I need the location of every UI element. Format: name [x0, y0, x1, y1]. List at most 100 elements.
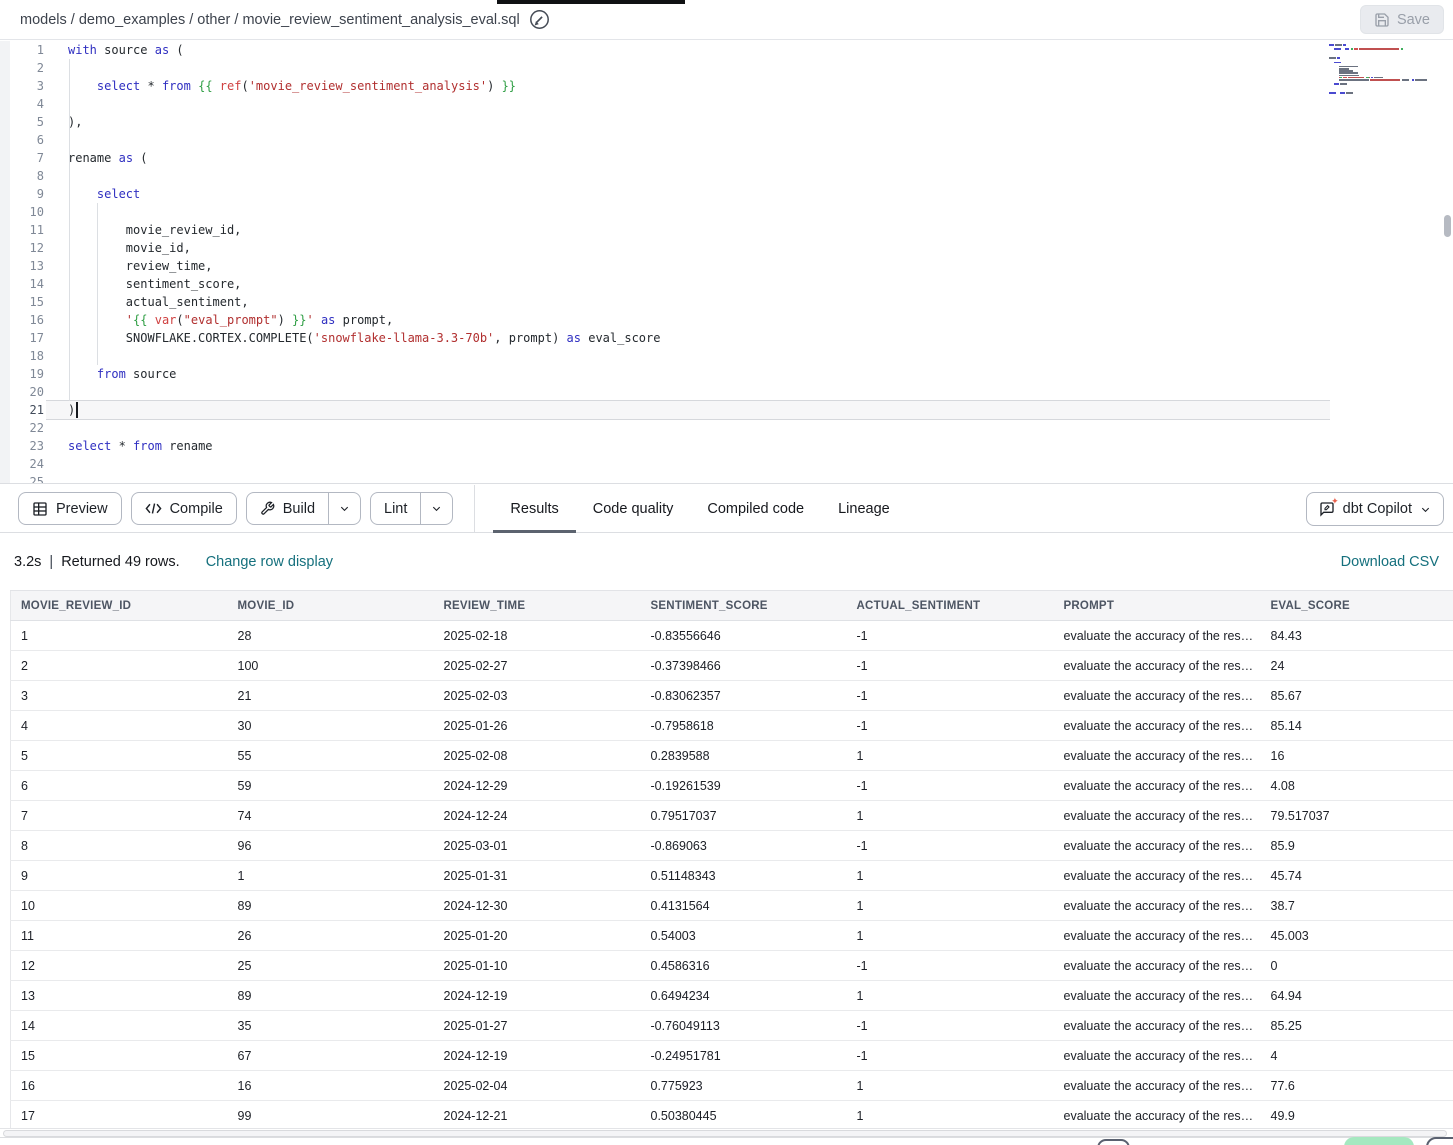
code-line[interactable]: 14 sentiment_score, [0, 275, 1330, 293]
download-csv-link[interactable]: Download CSV [1341, 554, 1439, 570]
tab-code-quality[interactable]: Code quality [576, 485, 691, 533]
cell-prompt: evaluate the accuracy of the res… [1054, 951, 1261, 981]
cell-movie_review_id: 12 [11, 951, 228, 981]
change-row-display-link[interactable]: Change row display [206, 554, 333, 570]
chevron-right-icon[interactable] [1259, 808, 1260, 819]
cell-prompt: evaluate the accuracy of the res… [1054, 1101, 1261, 1131]
table-row: 6592024-12-29-0.19261539-1evaluate the a… [11, 771, 1453, 801]
code-line[interactable]: 6 [0, 131, 1330, 149]
chevron-right-icon[interactable] [1259, 868, 1260, 879]
code-line[interactable]: 9 select [0, 185, 1330, 203]
chevron-right-icon[interactable] [1259, 1078, 1260, 1089]
col-eval_score[interactable]: EVAL_SCORE [1261, 591, 1453, 621]
col-prompt[interactable]: PROMPT [1054, 591, 1261, 621]
chevron-right-icon[interactable] [1259, 1108, 1260, 1119]
preview-button[interactable]: Preview [18, 492, 122, 525]
code-line[interactable]: 1with source as ( [0, 41, 1330, 59]
code-line[interactable]: 25 [0, 473, 1330, 484]
chevron-right-icon[interactable] [1259, 988, 1260, 999]
code-line[interactable]: 4 [0, 95, 1330, 113]
cell-movie_review_id: 8 [11, 831, 228, 861]
cell-eval_score: 84.43 [1261, 621, 1453, 651]
build-dropdown[interactable] [328, 493, 360, 524]
chevron-right-icon[interactable] [1259, 658, 1260, 669]
code-line[interactable]: 8 [0, 167, 1330, 185]
tab-lineage[interactable]: Lineage [821, 485, 907, 533]
chevron-right-icon[interactable] [1259, 718, 1260, 729]
code-line[interactable]: 2 [0, 59, 1330, 77]
code-line[interactable]: 13 review_time, [0, 257, 1330, 275]
tab-compiled-code[interactable]: Compiled code [690, 485, 821, 533]
chevron-right-icon[interactable] [1259, 748, 1260, 759]
cell-eval_score: 45.74 [1261, 861, 1453, 891]
build-label: Build [283, 501, 315, 517]
cell-movie_id: 74 [228, 801, 434, 831]
code-line[interactable]: 7rename as ( [0, 149, 1330, 167]
tab-results[interactable]: Results [493, 485, 575, 533]
cell-movie_id: 67 [228, 1041, 434, 1071]
code-line[interactable]: 22 [0, 419, 1330, 437]
chevron-right-icon[interactable] [1259, 1048, 1260, 1059]
code-line[interactable]: 12 movie_id, [0, 239, 1330, 257]
code-line[interactable]: 3 select * from {{ ref('movie_review_sen… [0, 77, 1330, 95]
edit-file-icon[interactable] [529, 9, 550, 30]
editor-vertical-scrollbar[interactable] [1444, 215, 1451, 237]
code-text: rename as ( [68, 149, 148, 167]
chevron-right-icon[interactable] [1259, 778, 1260, 789]
cell-actual_sentiment: -1 [847, 1011, 1054, 1041]
code-line[interactable]: 21) [0, 401, 1330, 419]
code-line[interactable]: 17 SNOWFLAKE.CORTEX.COMPLETE('snowflake-… [0, 329, 1330, 347]
compile-button[interactable]: Compile [131, 492, 237, 525]
code-line[interactable]: 20 [0, 383, 1330, 401]
cell-sentiment_score: 0.50380445 [641, 1101, 847, 1131]
line-number: 23 [0, 437, 44, 455]
code-line[interactable]: 24 [0, 455, 1330, 473]
line-number: 13 [0, 257, 44, 275]
line-number: 17 [0, 329, 44, 347]
build-button[interactable]: Build [247, 493, 328, 524]
chevron-right-icon[interactable] [1259, 838, 1260, 849]
code-text: sentiment_score, [68, 275, 241, 293]
lint-dropdown[interactable] [420, 493, 452, 524]
chevron-right-icon[interactable] [1259, 688, 1260, 699]
dbt-copilot-button[interactable]: ✦ dbt Copilot [1306, 492, 1444, 526]
chevron-right-icon[interactable] [1259, 958, 1260, 969]
breadcrumb[interactable]: models / demo_examples / other / movie_r… [20, 12, 520, 28]
save-button[interactable]: Save [1360, 5, 1444, 34]
status-pill-partial[interactable] [1344, 1137, 1414, 1145]
col-actual_sentiment[interactable]: ACTUAL_SENTIMENT [847, 591, 1054, 621]
col-sentiment_score[interactable]: SENTIMENT_SCORE [641, 591, 847, 621]
col-review_time[interactable]: REVIEW_TIME [434, 591, 641, 621]
cell-eval_score: 85.67 [1261, 681, 1453, 711]
col-movie_review_id[interactable]: MOVIE_REVIEW_ID [11, 591, 228, 621]
prompt-text: evaluate the accuracy of the res… [1064, 809, 1254, 823]
sql-editor[interactable]: 1with source as (23 select * from {{ ref… [0, 41, 1453, 484]
line-number: 25 [0, 473, 44, 484]
cell-movie_id: 26 [228, 921, 434, 951]
horizontal-scrollbar-thumb[interactable] [3, 1130, 1447, 1137]
lint-button[interactable]: Lint [371, 493, 420, 524]
horizontal-scrollbar[interactable] [0, 1128, 1453, 1138]
col-movie_id[interactable]: MOVIE_ID [228, 591, 434, 621]
code-line[interactable]: 18 [0, 347, 1330, 365]
minimap[interactable] [1329, 44, 1439, 99]
top-dark-strip [497, 0, 685, 4]
code-line[interactable]: 11 movie_review_id, [0, 221, 1330, 239]
code-line[interactable]: 23select * from rename [0, 437, 1330, 455]
chevron-right-icon[interactable] [1259, 898, 1260, 909]
code-line[interactable]: 5), [0, 113, 1330, 131]
chevron-right-icon[interactable] [1259, 628, 1260, 639]
code-line[interactable]: 15 actual_sentiment, [0, 293, 1330, 311]
cell-sentiment_score: -0.19261539 [641, 771, 847, 801]
help-button-partial[interactable] [1097, 1139, 1130, 1145]
cell-movie_id: 96 [228, 831, 434, 861]
cell-eval_score: 16 [1261, 741, 1453, 771]
code-line[interactable]: 19 from source [0, 365, 1330, 383]
cell-actual_sentiment: 1 [847, 1101, 1054, 1131]
code-line[interactable]: 16 '{{ var("eval_prompt") }}' as prompt, [0, 311, 1330, 329]
code-line[interactable]: 10 [0, 203, 1330, 221]
bottom-button-partial[interactable] [1426, 1137, 1453, 1145]
cell-sentiment_score: -0.83062357 [641, 681, 847, 711]
chevron-right-icon[interactable] [1259, 928, 1260, 939]
chevron-right-icon[interactable] [1259, 1018, 1260, 1029]
